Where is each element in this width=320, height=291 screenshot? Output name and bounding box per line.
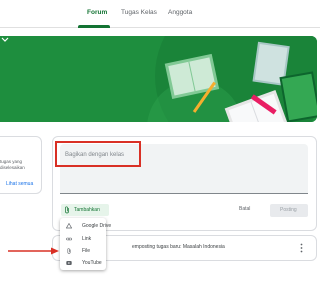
view-all-link[interactable]: Lihat semua — [6, 181, 33, 187]
class-banner — [0, 36, 317, 122]
menu-item-link[interactable]: Link — [60, 233, 106, 245]
menu-label-youtube: YouTube — [82, 260, 102, 266]
top-tab-bar — [0, 0, 320, 28]
stream-post-text: emposting tugas baru: Masalah Indonesia — [132, 244, 225, 250]
add-attachment-label: Tambahkan — [74, 207, 100, 213]
menu-label-link: Link — [82, 236, 92, 242]
youtube-icon — [66, 261, 72, 265]
annotation-highlight-box — [55, 141, 141, 167]
cancel-button[interactable]: Batal — [239, 206, 250, 212]
menu-item-file[interactable]: File — [60, 245, 106, 257]
more-vert-icon[interactable] — [300, 243, 303, 253]
banner-illustration — [0, 36, 317, 122]
chevron-down-icon[interactable] — [0, 36, 10, 44]
tab-forum[interactable]: Forum — [87, 9, 107, 16]
menu-item-youtube[interactable]: YouTube — [60, 257, 106, 269]
menu-label-file: File — [82, 248, 91, 254]
menu-item-google-drive[interactable]: Google Drive — [60, 220, 111, 232]
active-tab-indicator — [78, 25, 110, 28]
tab-anggota[interactable]: Anggota — [168, 9, 192, 16]
paperclip-icon — [67, 248, 71, 254]
upcoming-text-line2: diselesaikan — [0, 165, 25, 170]
menu-label-google-drive: Google Drive — [82, 223, 112, 229]
post-button-label: Posting — [280, 207, 297, 213]
link-icon — [66, 237, 72, 241]
google-drive-icon — [66, 223, 72, 229]
tab-tugas-kelas[interactable]: Tugas Kelas — [121, 9, 157, 16]
annotation-arrow — [8, 247, 59, 255]
paperclip-icon — [65, 206, 69, 214]
